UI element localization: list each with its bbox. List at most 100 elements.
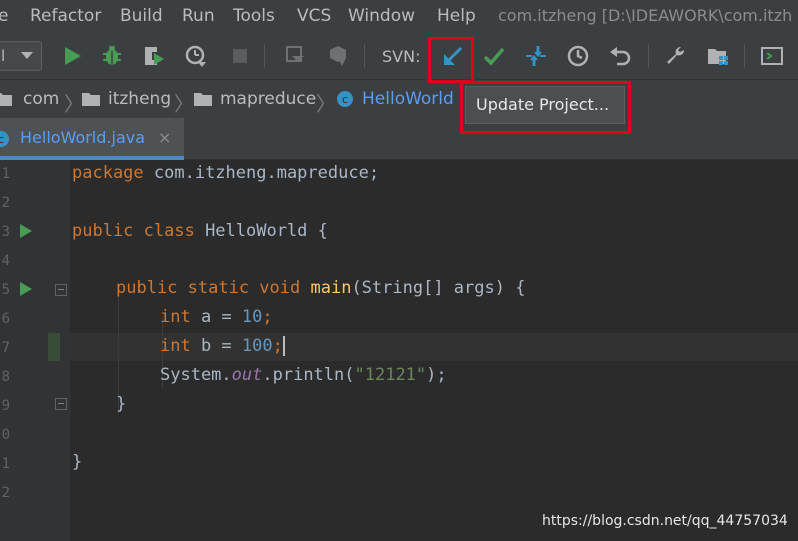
toolbar-separator: [364, 44, 365, 68]
code-text: com.itzheng.mapreduce;: [143, 163, 380, 183]
code-text: .println(: [262, 365, 355, 385]
code-text: a =: [190, 307, 242, 327]
svn-history-icon[interactable]: [566, 44, 590, 68]
menu-tools[interactable]: Tools: [233, 6, 275, 26]
code-keyword: int: [160, 336, 191, 356]
chevron-right-icon: 〉: [64, 92, 84, 116]
run-icon[interactable]: [60, 44, 84, 68]
menu-help[interactable]: Help: [437, 6, 476, 26]
toolbar-separator: [264, 44, 265, 68]
svn-commit-icon[interactable]: [482, 44, 506, 68]
line-number: 8: [1, 369, 10, 385]
menu-bar: e Refactor Build Run Tools VCS Window He…: [0, 0, 798, 32]
changed-line-marker: [48, 333, 60, 361]
code-editor[interactable]: package com.itzheng.mapreduce; public cl…: [70, 160, 798, 541]
highlight-svn-update: [428, 37, 474, 83]
code-number: 100: [241, 336, 273, 356]
watermark: https://blog.csdn.net/qq_44757034: [542, 513, 788, 529]
line-number: 0: [1, 427, 10, 443]
line-number: 2: [1, 195, 10, 211]
code-line-1: package com.itzheng.mapreduce;: [72, 163, 379, 183]
code-semicolon: ;: [272, 336, 283, 356]
run-config-label: l: [1, 47, 6, 65]
build-icon[interactable]: [284, 44, 308, 68]
stop-icon[interactable]: [228, 44, 252, 68]
terminal-icon[interactable]: [760, 44, 784, 68]
menu-run[interactable]: Run: [182, 6, 215, 26]
code-brace: }: [116, 394, 127, 414]
line-number: 4: [1, 253, 10, 269]
svn-revert-icon[interactable]: [608, 44, 632, 68]
fold-icon[interactable]: [55, 398, 67, 410]
text-caret: [282, 336, 285, 356]
menu-file[interactable]: e: [0, 6, 8, 26]
menu-vcs[interactable]: VCS: [297, 6, 331, 26]
code-keyword: public static void: [116, 278, 301, 298]
main-toolbar: l SVN:: [0, 32, 798, 80]
code-brace: }: [72, 452, 83, 472]
code-text: b =: [190, 336, 242, 356]
toolbar-separator: [648, 44, 649, 68]
chevron-down-icon: [21, 52, 33, 59]
folder-icon: [194, 93, 212, 106]
code-keyword: public class: [72, 221, 195, 241]
chevron-right-icon: 〉: [174, 92, 194, 116]
line-number: 6: [1, 311, 10, 327]
profile-icon[interactable]: [184, 44, 208, 68]
folder-icon: [0, 93, 12, 106]
toolbar-separator: [744, 44, 745, 68]
code-string: "12121": [354, 365, 427, 385]
svg-text:c: c: [342, 93, 348, 106]
code-number: 10: [241, 307, 263, 327]
menu-build[interactable]: Build: [120, 6, 163, 26]
coverage-icon[interactable]: [142, 44, 166, 68]
folder-icon: [82, 93, 100, 106]
breadcrumb-item-com[interactable]: com: [23, 89, 59, 109]
tab-label: HelloWorld.java: [20, 128, 146, 147]
line-number: 1: [1, 166, 10, 182]
java-class-icon: c: [337, 91, 353, 107]
fold-icon[interactable]: [55, 284, 67, 296]
code-method-name: main: [310, 278, 352, 298]
code-keyword: int: [160, 307, 191, 327]
code-static-field: out: [231, 365, 263, 385]
window-title: com.itzheng [D:\IDEAWORK\com.itzh: [498, 6, 793, 25]
code-line-9: }: [116, 394, 126, 414]
run-config-dropdown[interactable]: l: [0, 41, 42, 71]
code-line-3: public class HelloWorld {: [72, 221, 328, 241]
debug-icon[interactable]: [100, 44, 124, 68]
breadcrumb-item-mapreduce[interactable]: mapreduce: [220, 89, 316, 109]
code-line-11: }: [72, 452, 82, 472]
breadcrumb-item-helloworld[interactable]: HelloWorld: [362, 89, 454, 109]
code-semicolon: ;: [262, 307, 273, 327]
chevron-right-icon: 〉: [316, 92, 336, 116]
svn-compare-icon[interactable]: [524, 44, 548, 68]
rebuild-icon[interactable]: [326, 44, 350, 68]
tab-helloworld-java[interactable]: c HelloWorld.java ×: [0, 118, 184, 160]
close-icon[interactable]: ×: [158, 128, 171, 147]
code-line-8: System.out.println("12121");: [160, 365, 447, 385]
code-text: HelloWorld {: [194, 221, 328, 241]
project-structure-icon[interactable]: [706, 44, 730, 68]
code-text: System.: [160, 365, 232, 385]
run-main-gutter-icon[interactable]: [20, 282, 32, 296]
java-class-icon: c: [0, 131, 9, 147]
highlight-update-project: [460, 81, 631, 134]
code-text: (String[] args) {: [351, 278, 526, 298]
line-number: 9: [1, 398, 10, 414]
breadcrumb-item-itzheng[interactable]: itzheng: [108, 89, 171, 109]
line-number: 3: [1, 224, 10, 240]
code-line-7: int b = 100;: [160, 336, 285, 356]
code-keyword: package: [72, 163, 144, 183]
menu-refactor[interactable]: Refactor: [30, 6, 101, 26]
editor-tab-bar: c HelloWorld.java ×: [0, 118, 798, 160]
code-line-5: public static void main(String[] args) {: [116, 278, 525, 298]
code-line-6: int a = 10;: [160, 307, 273, 327]
run-class-gutter-icon[interactable]: [20, 224, 32, 238]
settings-wrench-icon[interactable]: [664, 44, 688, 68]
line-number: 2: [1, 485, 10, 501]
line-number: 7: [1, 340, 10, 356]
menu-window[interactable]: Window: [348, 6, 415, 26]
svn-label: SVN:: [382, 47, 421, 66]
line-number: 1: [1, 456, 10, 472]
